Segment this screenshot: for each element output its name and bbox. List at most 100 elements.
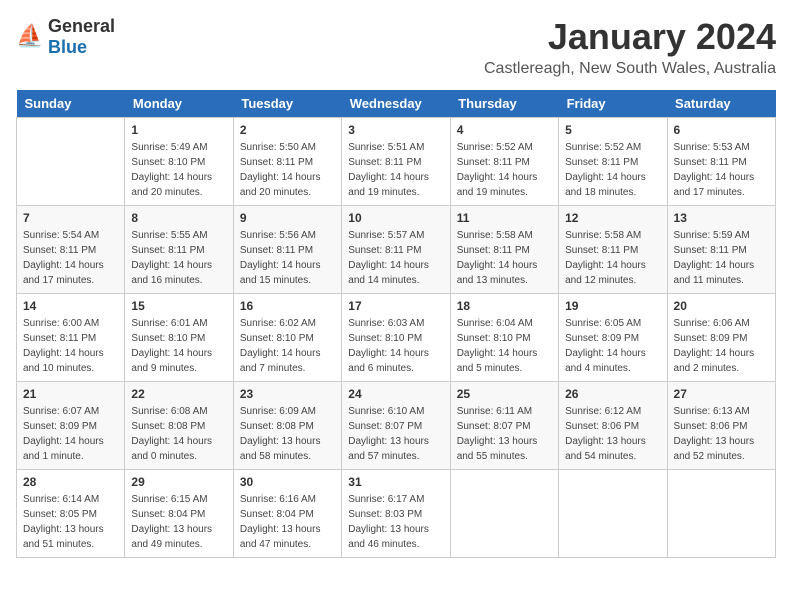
- calendar-day-cell: [17, 118, 125, 206]
- day-info: Sunrise: 6:12 AMSunset: 8:06 PMDaylight:…: [565, 404, 660, 464]
- calendar-day-cell: [450, 470, 558, 558]
- header: ⛵ General Blue January 2024 Castlereagh,…: [16, 16, 776, 78]
- day-info: Sunrise: 5:59 AMSunset: 8:11 PMDaylight:…: [674, 228, 769, 288]
- day-info: Sunrise: 5:53 AMSunset: 8:11 PMDaylight:…: [674, 140, 769, 200]
- weekday-header-cell: Tuesday: [233, 90, 341, 118]
- calendar-day-cell: 9Sunrise: 5:56 AMSunset: 8:11 PMDaylight…: [233, 206, 341, 294]
- day-info: Sunrise: 5:51 AMSunset: 8:11 PMDaylight:…: [348, 140, 443, 200]
- day-number: 23: [240, 387, 335, 401]
- day-number: 20: [674, 299, 769, 313]
- day-info: Sunrise: 6:05 AMSunset: 8:09 PMDaylight:…: [565, 316, 660, 376]
- logo-text-blue: Blue: [48, 37, 87, 57]
- calendar-day-cell: 12 Sunrise: 5:58 AMSunset: 8:11 PMDayligh…: [559, 206, 667, 294]
- day-number: 3: [348, 123, 443, 137]
- day-number: 21: [23, 387, 118, 401]
- day-number: 8: [131, 211, 226, 225]
- calendar-day-cell: 27 Sunrise: 6:13 AMSunset: 8:06 PMDayligh…: [667, 382, 775, 470]
- weekday-header-cell: Sunday: [17, 90, 125, 118]
- day-info: Sunrise: 6:14 AMSunset: 8:05 PMDaylight:…: [23, 492, 118, 552]
- calendar-day-cell: 29Sunrise: 6:15 AMSunset: 8:04 PMDayligh…: [125, 470, 233, 558]
- calendar-day-cell: 16 Sunrise: 6:02 AMSunset: 8:10 PMDayligh…: [233, 294, 341, 382]
- calendar-title: January 2024: [484, 16, 776, 58]
- weekday-header-cell: Monday: [125, 90, 233, 118]
- day-number: 9: [240, 211, 335, 225]
- calendar-week-row: 21 Sunrise: 6:07 AMSunset: 8:09 PMDayligh…: [17, 382, 776, 470]
- day-number: 24: [348, 387, 443, 401]
- day-info: Sunrise: 5:55 AMSunset: 8:11 PMDaylight:…: [131, 228, 226, 288]
- calendar-day-cell: 26 Sunrise: 6:12 AMSunset: 8:06 PMDayligh…: [559, 382, 667, 470]
- day-info: Sunrise: 6:07 AMSunset: 8:09 PMDaylight:…: [23, 404, 118, 464]
- calendar-day-cell: 24 Sunrise: 6:10 AMSunset: 8:07 PMDayligh…: [342, 382, 450, 470]
- day-number: 26: [565, 387, 660, 401]
- calendar-day-cell: 11Sunrise: 5:58 AMSunset: 8:11 PMDayligh…: [450, 206, 558, 294]
- day-number: 4: [457, 123, 552, 137]
- calendar-day-cell: 20 Sunrise: 6:06 AMSunset: 8:09 PMDayligh…: [667, 294, 775, 382]
- day-number: 5: [565, 123, 660, 137]
- calendar-day-cell: 1 Sunrise: 5:49 AMSunset: 8:10 PMDaylight…: [125, 118, 233, 206]
- calendar-day-cell: 3 Sunrise: 5:51 AMSunset: 8:11 PMDaylight…: [342, 118, 450, 206]
- calendar-day-cell: 18Sunrise: 6:04 AMSunset: 8:10 PMDayligh…: [450, 294, 558, 382]
- day-number: 17: [348, 299, 443, 313]
- weekday-header-cell: Thursday: [450, 90, 558, 118]
- day-info: Sunrise: 6:17 AMSunset: 8:03 PMDaylight:…: [348, 492, 443, 552]
- day-info: Sunrise: 5:50 AMSunset: 8:11 PMDaylight:…: [240, 140, 335, 200]
- day-info: Sunrise: 6:15 AMSunset: 8:04 PMDaylight:…: [131, 492, 226, 552]
- day-number: 12: [565, 211, 660, 225]
- calendar-day-cell: 21 Sunrise: 6:07 AMSunset: 8:09 PMDayligh…: [17, 382, 125, 470]
- day-info: Sunrise: 6:00 AMSunset: 8:11 PMDaylight:…: [23, 316, 118, 376]
- day-info: Sunrise: 6:10 AMSunset: 8:07 PMDaylight:…: [348, 404, 443, 464]
- day-info: Sunrise: 6:16 AMSunset: 8:04 PMDaylight:…: [240, 492, 335, 552]
- title-area: January 2024 Castlereagh, New South Wale…: [484, 16, 776, 78]
- calendar-week-row: 1 Sunrise: 5:49 AMSunset: 8:10 PMDaylight…: [17, 118, 776, 206]
- svg-text:⛵: ⛵: [16, 23, 43, 48]
- calendar-week-row: 28 Sunrise: 6:14 AMSunset: 8:05 PMDayligh…: [17, 470, 776, 558]
- calendar-day-cell: 22 Sunrise: 6:08 AMSunset: 8:08 PMDayligh…: [125, 382, 233, 470]
- calendar-day-cell: 4 Sunrise: 5:52 AMSunset: 8:11 PMDaylight…: [450, 118, 558, 206]
- calendar-day-cell: 6Sunrise: 5:53 AMSunset: 8:11 PMDaylight…: [667, 118, 775, 206]
- day-number: 28: [23, 475, 118, 489]
- day-info: Sunrise: 6:02 AMSunset: 8:10 PMDaylight:…: [240, 316, 335, 376]
- day-info: Sunrise: 6:09 AMSunset: 8:08 PMDaylight:…: [240, 404, 335, 464]
- day-number: 16: [240, 299, 335, 313]
- day-number: 14: [23, 299, 118, 313]
- day-info: Sunrise: 5:58 AMSunset: 8:11 PMDaylight:…: [565, 228, 660, 288]
- calendar-day-cell: 19 Sunrise: 6:05 AMSunset: 8:09 PMDayligh…: [559, 294, 667, 382]
- day-info: Sunrise: 5:49 AMSunset: 8:10 PMDaylight:…: [131, 140, 226, 200]
- day-info: Sunrise: 6:06 AMSunset: 8:09 PMDaylight:…: [674, 316, 769, 376]
- calendar-day-cell: 13Sunrise: 5:59 AMSunset: 8:11 PMDayligh…: [667, 206, 775, 294]
- day-number: 7: [23, 211, 118, 225]
- day-info: Sunrise: 5:54 AMSunset: 8:11 PMDaylight:…: [23, 228, 118, 288]
- calendar-day-cell: 14 Sunrise: 6:00 AMSunset: 8:11 PMDayligh…: [17, 294, 125, 382]
- calendar-day-cell: 23 Sunrise: 6:09 AMSunset: 8:08 PMDayligh…: [233, 382, 341, 470]
- calendar-day-cell: 31Sunrise: 6:17 AMSunset: 8:03 PMDayligh…: [342, 470, 450, 558]
- day-number: 22: [131, 387, 226, 401]
- calendar-week-row: 7 Sunrise: 5:54 AMSunset: 8:11 PMDaylight…: [17, 206, 776, 294]
- calendar-day-cell: 17 Sunrise: 6:03 AMSunset: 8:10 PMDayligh…: [342, 294, 450, 382]
- day-info: Sunrise: 6:03 AMSunset: 8:10 PMDaylight:…: [348, 316, 443, 376]
- calendar-day-cell: [667, 470, 775, 558]
- day-info: Sunrise: 6:08 AMSunset: 8:08 PMDaylight:…: [131, 404, 226, 464]
- weekday-header-row: SundayMondayTuesdayWednesdayThursdayFrid…: [17, 90, 776, 118]
- calendar-day-cell: 25Sunrise: 6:11 AMSunset: 8:07 PMDayligh…: [450, 382, 558, 470]
- day-info: Sunrise: 6:04 AMSunset: 8:10 PMDaylight:…: [457, 316, 552, 376]
- calendar-day-cell: [559, 470, 667, 558]
- day-number: 15: [131, 299, 226, 313]
- calendar-day-cell: 5Sunrise: 5:52 AMSunset: 8:11 PMDaylight…: [559, 118, 667, 206]
- day-info: Sunrise: 5:58 AMSunset: 8:11 PMDaylight:…: [457, 228, 552, 288]
- day-info: Sunrise: 5:52 AMSunset: 8:11 PMDaylight:…: [457, 140, 552, 200]
- day-number: 27: [674, 387, 769, 401]
- logo-icon: ⛵: [16, 23, 44, 51]
- day-info: Sunrise: 6:01 AMSunset: 8:10 PMDaylight:…: [131, 316, 226, 376]
- weekday-header-cell: Wednesday: [342, 90, 450, 118]
- day-info: Sunrise: 5:57 AMSunset: 8:11 PMDaylight:…: [348, 228, 443, 288]
- day-info: Sunrise: 6:13 AMSunset: 8:06 PMDaylight:…: [674, 404, 769, 464]
- calendar-day-cell: 15 Sunrise: 6:01 AMSunset: 8:10 PMDayligh…: [125, 294, 233, 382]
- day-number: 19: [565, 299, 660, 313]
- logo: ⛵ General Blue: [16, 16, 115, 58]
- day-number: 1: [131, 123, 226, 137]
- calendar-table: SundayMondayTuesdayWednesdayThursdayFrid…: [16, 90, 776, 558]
- day-number: 25: [457, 387, 552, 401]
- calendar-day-cell: 2Sunrise: 5:50 AMSunset: 8:11 PMDaylight…: [233, 118, 341, 206]
- calendar-day-cell: 7 Sunrise: 5:54 AMSunset: 8:11 PMDaylight…: [17, 206, 125, 294]
- calendar-day-cell: 8 Sunrise: 5:55 AMSunset: 8:11 PMDaylight…: [125, 206, 233, 294]
